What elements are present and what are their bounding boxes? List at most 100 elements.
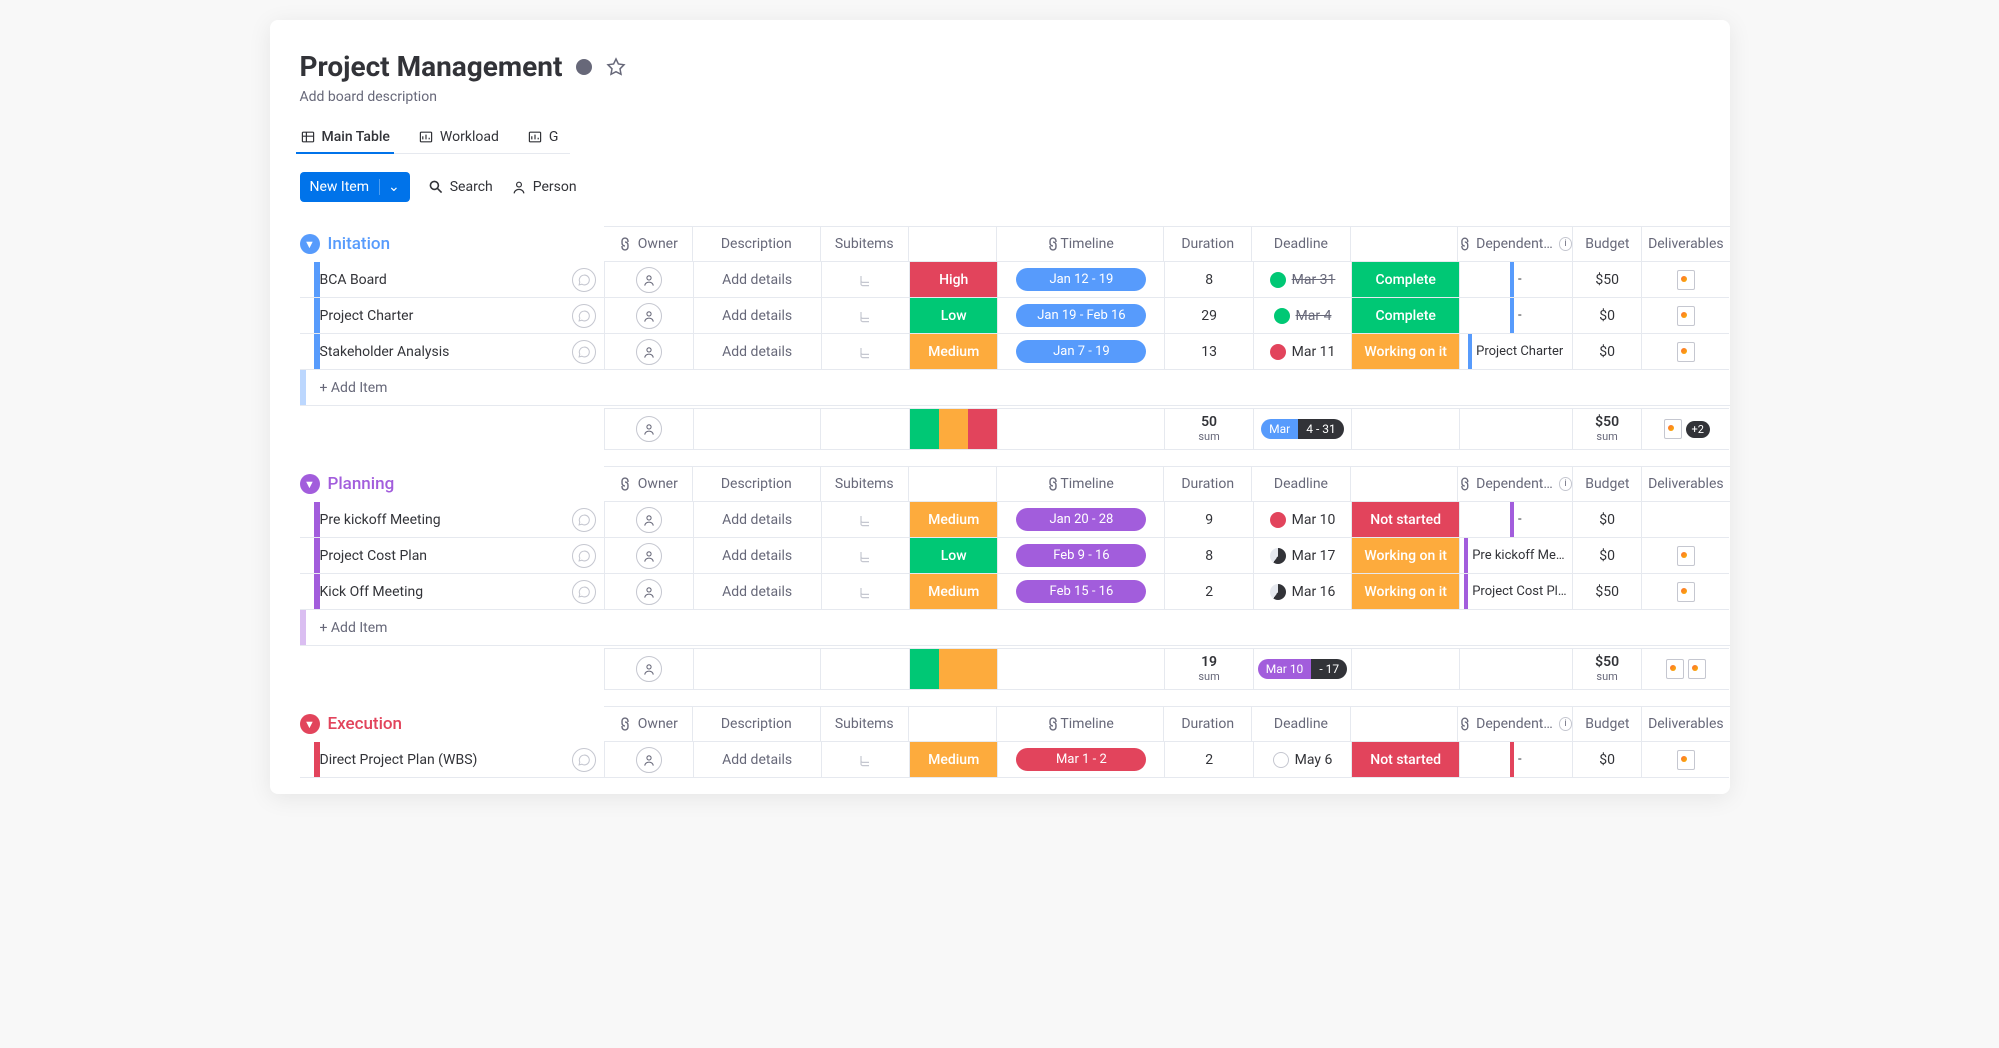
owner-cell[interactable] [604,538,692,574]
deadline-cell[interactable]: Mar 17 [1253,538,1351,574]
col-header-deliverables[interactable]: Deliverables [1641,466,1729,502]
file-icon[interactable] [1664,419,1682,439]
chat-icon[interactable] [572,304,596,328]
chat-icon[interactable] [572,748,596,772]
timeline-cell[interactable]: Jan 7 - 19 [997,334,1164,370]
timeline-cell[interactable]: Feb 15 - 16 [997,574,1164,610]
info-icon[interactable]: i [1559,477,1573,491]
col-header-deliverables[interactable]: Deliverables [1641,706,1729,742]
table-row[interactable]: BCA Board Add details High Jan 12 - 19 8… [300,262,1730,298]
deliverables-cell[interactable] [1641,298,1729,334]
avatar-icon[interactable] [636,267,662,293]
timeline-cell[interactable]: Mar 1 - 2 [997,742,1164,778]
dependent-cell[interactable]: - [1459,298,1572,334]
tab-main-table[interactable]: Main Table [300,121,390,153]
deadline-cell[interactable]: May 6 [1253,742,1351,778]
deliverables-cell[interactable] [1641,574,1729,610]
item-name-cell[interactable]: Direct Project Plan (WBS) [300,742,605,778]
collapse-icon[interactable]: ▼ [300,714,320,734]
chat-icon[interactable] [572,544,596,568]
file-icon[interactable] [1677,342,1695,362]
owner-cell[interactable] [604,298,692,334]
chat-icon[interactable] [572,340,596,364]
new-item-button[interactable]: New Item ⌄ [300,172,410,202]
col-header-duration[interactable]: Duration [1163,226,1251,262]
subitems-cell[interactable] [821,502,909,538]
group-name[interactable]: Execution [328,714,403,734]
description-cell[interactable]: Add details [693,502,821,538]
deadline-cell[interactable]: Mar 16 [1253,574,1351,610]
owner-cell[interactable] [604,574,692,610]
description-cell[interactable]: Add details [693,334,821,370]
table-row[interactable]: Project Cost Plan Add details Low Feb 9 … [300,538,1730,574]
subitems-cell[interactable] [821,742,909,778]
deadline-cell[interactable]: Mar 11 [1253,334,1351,370]
file-icon[interactable] [1677,582,1695,602]
avatar-icon[interactable] [636,579,662,605]
table-row[interactable]: Direct Project Plan (WBS) Add details Me… [300,742,1730,778]
subitems-cell[interactable] [821,262,909,298]
table-row[interactable]: Pre kickoff Meeting Add details Medium J… [300,502,1730,538]
board-description[interactable]: Add board description [300,89,1700,105]
avatar-icon[interactable] [636,747,662,773]
item-name-cell[interactable]: Pre kickoff Meeting [300,502,605,538]
item-name-cell[interactable]: BCA Board [300,262,605,298]
deliverables-cell[interactable] [1641,742,1729,778]
duration-cell[interactable]: 2 [1164,742,1252,778]
col-header-deadline[interactable]: Deadline [1251,706,1349,742]
col-header-deadline[interactable]: Deadline [1251,226,1349,262]
col-header-status[interactable]: Status [1350,226,1458,262]
col-header-subitems[interactable]: Subitems [820,466,908,502]
duration-cell[interactable]: 2 [1164,574,1252,610]
table-row[interactable]: Stakeholder Analysis Add details Medium … [300,334,1730,370]
priority-cell[interactable]: Low [909,298,997,334]
owner-cell[interactable] [604,334,692,370]
col-header-status[interactable]: Status [1350,466,1458,502]
duration-cell[interactable]: 8 [1164,262,1252,298]
budget-cell[interactable]: $0 [1572,538,1641,574]
status-cell[interactable]: Not started [1351,502,1459,538]
dependent-cell[interactable]: Pre kickoff Mee… [1459,538,1572,574]
col-header-duration[interactable]: Duration [1163,706,1251,742]
dependent-cell[interactable]: - [1459,742,1572,778]
avatar-icon[interactable] [636,339,662,365]
col-header-priority[interactable]: Priority [908,466,996,502]
priority-cell[interactable]: Medium [909,742,997,778]
file-icon[interactable] [1677,546,1695,566]
timeline-cell[interactable]: Jan 12 - 19 [997,262,1164,298]
file-icon[interactable] [1677,750,1695,770]
dependent-cell[interactable]: - [1459,262,1572,298]
col-header-owner[interactable]: Owner [604,466,692,502]
search-button[interactable]: Search [428,179,493,195]
status-cell[interactable]: Working on it [1351,334,1459,370]
budget-cell[interactable]: $0 [1572,742,1641,778]
deliverables-cell[interactable] [1641,262,1729,298]
description-cell[interactable]: Add details [693,262,821,298]
col-header-owner[interactable]: Owner [604,706,692,742]
item-name-cell[interactable]: Project Cost Plan [300,538,605,574]
more-files-badge[interactable]: +2 [1686,421,1710,438]
col-header-description[interactable]: Description [692,466,820,502]
add-item-row[interactable]: + Add Item [300,610,1730,646]
deliverables-cell[interactable] [1641,502,1729,538]
chat-icon[interactable] [572,580,596,604]
col-header-duration[interactable]: Duration [1163,466,1251,502]
col-header-priority[interactable]: Priority [908,226,996,262]
info-icon[interactable]: i [1559,237,1573,251]
owner-cell[interactable] [604,502,692,538]
timeline-cell[interactable]: Feb 9 - 16 [997,538,1164,574]
duration-cell[interactable]: 9 [1164,502,1252,538]
group-name[interactable]: Initation [328,234,391,254]
owner-cell[interactable] [604,262,692,298]
tab-g[interactable]: G [527,121,559,153]
description-cell[interactable]: Add details [693,298,821,334]
budget-cell[interactable]: $50 [1572,262,1641,298]
collapse-icon[interactable]: ▼ [300,234,320,254]
budget-cell[interactable]: $0 [1572,334,1641,370]
col-header-priority[interactable]: Priority [908,706,996,742]
col-header-subitems[interactable]: Subitems [820,706,908,742]
priority-cell[interactable]: Medium [909,574,997,610]
group-name[interactable]: Planning [328,474,395,494]
col-header-timeline[interactable]: Timeline [996,706,1163,742]
deliverables-cell[interactable] [1641,334,1729,370]
